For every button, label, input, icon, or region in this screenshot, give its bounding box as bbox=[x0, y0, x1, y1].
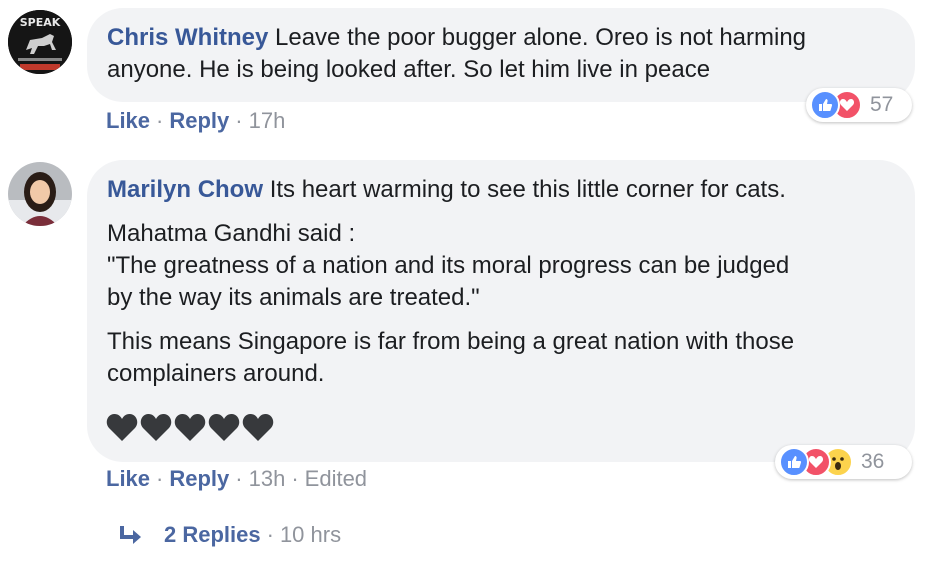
black-heart-icon bbox=[140, 414, 172, 441]
avatar-chris-whitney[interactable]: SPEAK bbox=[8, 10, 72, 74]
comment-actions: Like · Reply · 17h bbox=[106, 108, 286, 133]
reactions-summary[interactable]: 57 bbox=[806, 88, 912, 122]
quote-block: Mahatma Gandhi said : "The greatness of … bbox=[107, 218, 915, 314]
closing-line: This means Singapore is far from being a… bbox=[107, 328, 795, 355]
comment-text: Marilyn Chow Its heart warming to see th… bbox=[107, 174, 915, 206]
reaction-count: 36 bbox=[861, 450, 885, 473]
comment-line: Its heart warming to see this little cor… bbox=[269, 176, 786, 203]
black-heart-icon bbox=[174, 414, 206, 441]
reply-link[interactable]: Reply bbox=[169, 108, 229, 133]
black-hearts-emoji bbox=[106, 413, 274, 443]
like-icon bbox=[779, 447, 809, 477]
quote-line: "The greatness of a nation and its moral… bbox=[107, 252, 790, 279]
speak-avatar-image: SPEAK bbox=[8, 10, 72, 74]
svg-text:SPEAK: SPEAK bbox=[20, 16, 61, 29]
like-link[interactable]: Like bbox=[106, 466, 150, 491]
replies-count-link[interactable]: 2 Replies bbox=[164, 522, 261, 548]
closing-block: This means Singapore is far from being a… bbox=[107, 326, 915, 390]
comment-line: anyone. He is being looked after. So let… bbox=[107, 56, 711, 83]
author-name[interactable]: Marilyn Chow bbox=[107, 176, 263, 203]
reactions-summary[interactable]: 36 bbox=[775, 445, 912, 479]
like-icon bbox=[810, 90, 840, 120]
replies-time: 10 hrs bbox=[279, 522, 342, 547]
reply-arrow-icon bbox=[120, 526, 141, 544]
black-heart-icon bbox=[208, 414, 240, 441]
separator-dot: · bbox=[266, 522, 274, 547]
author-name[interactable]: Chris Whitney bbox=[107, 24, 268, 51]
avatar-marilyn-chow[interactable] bbox=[8, 162, 72, 226]
quote-line: by the way its animals are treated." bbox=[107, 284, 480, 311]
timestamp[interactable]: 13h bbox=[249, 466, 286, 491]
profile-photo bbox=[8, 162, 72, 226]
comment-bubble: Chris Whitney Leave the poor bugger alon… bbox=[87, 8, 915, 102]
comment-actions: Like · Reply · 13h · Edited bbox=[106, 466, 368, 491]
black-heart-icon bbox=[106, 414, 138, 441]
comment-text: Chris Whitney Leave the poor bugger alon… bbox=[107, 22, 915, 86]
reply-link[interactable]: Reply bbox=[169, 466, 229, 491]
like-link[interactable]: Like bbox=[106, 108, 150, 133]
view-replies[interactable]: 2 Replies · 10 hrs bbox=[118, 522, 341, 548]
edited-label[interactable]: Edited bbox=[305, 466, 367, 491]
quote-intro: Mahatma Gandhi said : bbox=[107, 220, 356, 247]
black-heart-icon bbox=[242, 414, 274, 441]
comment-line: Leave the poor bugger alone. Oreo is not… bbox=[275, 24, 807, 51]
timestamp[interactable]: 17h bbox=[249, 108, 286, 133]
reaction-count: 57 bbox=[870, 93, 894, 116]
closing-line: complainers around. bbox=[107, 360, 325, 387]
